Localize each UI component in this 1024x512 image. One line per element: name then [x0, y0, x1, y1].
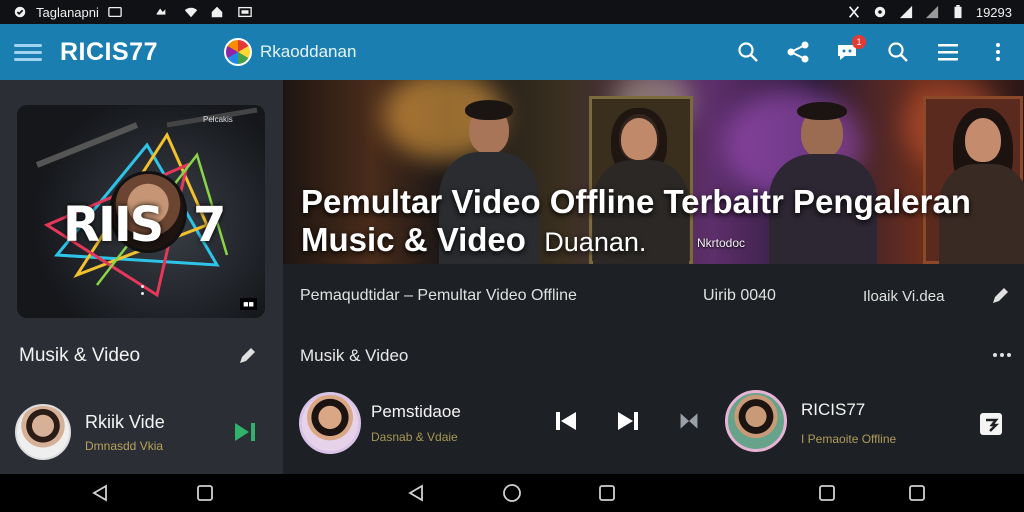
wifi-icon: [184, 7, 198, 18]
list-icon[interactable]: [936, 40, 960, 64]
hero-small-label: Nkrtodoc: [697, 236, 746, 250]
edit-icon[interactable]: [237, 346, 257, 366]
previous-icon[interactable]: [553, 408, 579, 434]
signal-icon: [899, 5, 912, 19]
avatar: [15, 404, 71, 460]
app-subtitle: Rkaoddanan: [259, 42, 357, 61]
skip-icon[interactable]: [678, 410, 700, 432]
home-icon: [211, 6, 223, 18]
back-icon[interactable]: [406, 483, 426, 503]
recents-icon[interactable]: [597, 483, 617, 503]
main-section: Musik & Video Pemstidaoe Dasnab & Vdaie …: [283, 328, 1024, 474]
more-horizontal-icon[interactable]: [993, 353, 1011, 357]
hero-title: Pemultar Video Offline Terbaitr Pengaler…: [301, 183, 971, 258]
home-icon[interactable]: [502, 483, 522, 503]
album-badge-icon: ■■: [240, 298, 257, 310]
search-icon[interactable]: [736, 40, 760, 64]
recents-icon[interactable]: [817, 483, 837, 503]
battery-icon: [954, 5, 962, 19]
app-bar: RICIS77 Rkaoddanan 1: [0, 24, 1024, 80]
track-title: Rkiik Vide: [85, 411, 165, 432]
recents-icon[interactable]: [907, 483, 927, 503]
no-sim-icon: [848, 6, 859, 18]
search-icon[interactable]: [886, 40, 910, 64]
app-subtitle-chip[interactable]: Rkaoddanan: [223, 38, 357, 66]
notification-dot-icon: [14, 6, 26, 18]
play-next-icon[interactable]: [232, 419, 258, 445]
album-art-text-number: 7: [193, 197, 227, 253]
sidebar: Pelcakis RIIS 7 ■■ Musik & Video Rkiik V…: [0, 80, 283, 474]
section-title: Musik & Video: [300, 346, 409, 365]
now-playing-subtitle: Dasnab & Vdaie: [371, 430, 458, 444]
status-left-text: Taglanapni: [36, 4, 99, 20]
app-logo-icon: [223, 38, 252, 66]
album-art[interactable]: Pelcakis RIIS 7 ■■: [17, 105, 265, 318]
now-playing-subtitle: I Pemaoite Offline: [801, 432, 897, 446]
location-icon: [156, 8, 166, 15]
track-subtitle: Dmnasdd Vkia: [85, 438, 164, 453]
image-icon: [108, 6, 122, 18]
album-top-label: Pelcakis: [203, 115, 233, 124]
avatar[interactable]: [299, 392, 361, 454]
cast-icon: [238, 6, 252, 18]
queue-icon[interactable]: [980, 413, 1002, 435]
chat-icon[interactable]: 1: [836, 35, 866, 64]
more-vertical-icon[interactable]: [986, 40, 1010, 64]
signal-icon: [925, 5, 938, 19]
recents-icon[interactable]: [195, 483, 215, 503]
album-art-text: RIIS: [63, 197, 164, 253]
back-icon[interactable]: [90, 483, 110, 503]
hero-banner[interactable]: Pemultar Video Offline Terbaitr Pengaler…: [283, 80, 1024, 264]
now-playing-title: Pemstidaoe: [371, 402, 461, 421]
info-right-text: Iloaik Vi.dea: [863, 287, 945, 305]
share-icon[interactable]: [786, 40, 810, 64]
sidebar-section-title: Musik & Video: [19, 345, 141, 366]
status-bar: Taglanapni 19293: [0, 0, 1024, 24]
now-playing-title: RICIS77: [801, 400, 866, 419]
system-nav-bar: [0, 474, 1024, 512]
notification-badge: 1: [852, 35, 866, 49]
menu-icon[interactable]: [14, 38, 42, 66]
status-time: 19293: [975, 4, 1012, 20]
album-more-icon[interactable]: [141, 285, 145, 299]
next-icon[interactable]: [615, 408, 641, 434]
info-left-text: Pemaqudtidar – Pemultar Video Offline: [300, 287, 577, 304]
edit-icon[interactable]: [990, 286, 1010, 306]
alarm-icon: [874, 6, 886, 18]
avatar[interactable]: [725, 390, 787, 452]
app-title: RICIS77: [60, 37, 158, 66]
info-row: Pemaqudtidar – Pemultar Video Offline Ui…: [283, 264, 1024, 328]
sidebar-track-item[interactable]: Rkiik Vide Dmnasdd Vkia: [15, 402, 270, 462]
info-middle-text: Uirib 0040: [703, 287, 776, 304]
